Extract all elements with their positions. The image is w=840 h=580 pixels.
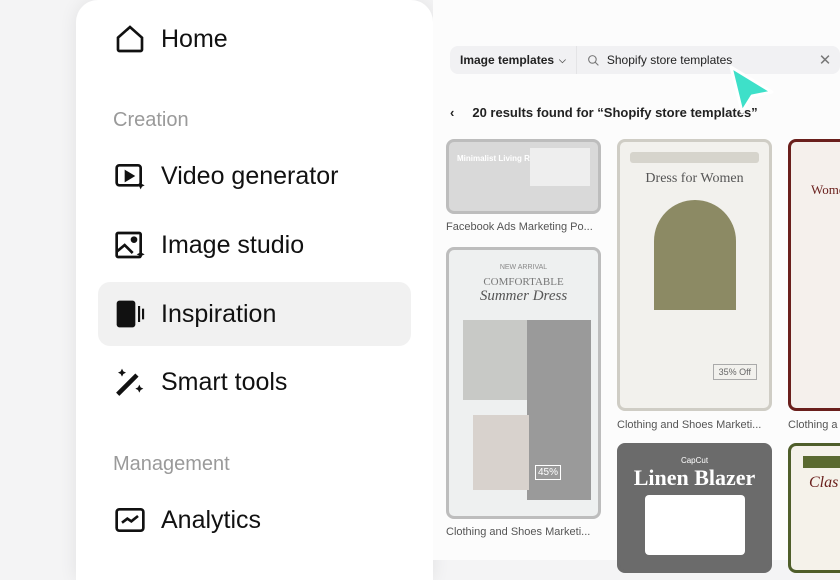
search-bar: Image templates ⌵ Shopify store templates… (450, 46, 840, 74)
template-card[interactable]: Dress for Women 35% Off (617, 139, 772, 411)
analytics-icon (115, 508, 145, 532)
section-creation: Creation (113, 109, 189, 131)
sidebar-item-label: Analytics (161, 505, 262, 534)
sidebar-item-label: Home (161, 24, 228, 53)
sidebar: Home Creation Video generator Image stud… (76, 0, 433, 580)
inspiration-panel: Image templates ⌵ Shopify store templates… (433, 0, 840, 573)
sidebar-item-smart-tools[interactable]: Smart tools (98, 350, 411, 414)
card-title: Linen Blazer (633, 465, 756, 490)
inspiration-icon (116, 300, 145, 328)
discount-badge: 45% (535, 465, 562, 480)
card-label: Clothing a (788, 419, 838, 431)
results-count: 20 results found for “Shopify store temp… (472, 105, 758, 120)
sidebar-item-home[interactable]: Home (98, 7, 411, 71)
sidebar-item-label: Smart tools (161, 367, 288, 396)
brand-logo: CapCut (680, 456, 709, 465)
discount-badge: 35% Off (712, 364, 757, 380)
back-chevron-icon[interactable]: ‹ (450, 105, 454, 120)
sidebar-item-label: Image studio (161, 230, 305, 259)
chevron-down-icon: ⌵ (559, 54, 566, 65)
section-management: Management (113, 453, 230, 475)
template-card[interactable]: Wome (788, 139, 840, 411)
video-generator-icon (115, 164, 145, 190)
card-script: Summer Dress (479, 288, 568, 304)
category-label: Image templates (460, 53, 555, 67)
template-card[interactable]: Clas (788, 443, 840, 573)
template-card[interactable]: NEW ARRIVAL COMFORTABLE Summer Dress 45% (446, 247, 601, 519)
card-title: Dress for Women (645, 171, 744, 186)
card-title: COMFORTABLE (483, 276, 564, 288)
card-subtitle: NEW ARRIVAL (499, 264, 548, 271)
search-query: Shopify store templates (606, 53, 733, 67)
cursor-pointer-icon (729, 65, 774, 114)
card-label: Clothing and Shoes Marketi... (446, 526, 591, 538)
image-studio-icon (115, 231, 145, 259)
card-label: Facebook Ads Marketing Po... (446, 221, 593, 233)
card-label: Clothing and Shoes Marketi... (617, 419, 762, 431)
clear-search-icon[interactable]: ✕ (810, 51, 840, 69)
home-icon (116, 25, 144, 53)
sidebar-item-label: Inspiration (161, 299, 277, 328)
sidebar-item-video-generator[interactable]: Video generator (98, 144, 411, 208)
category-dropdown[interactable]: Image templates ⌵ (450, 46, 577, 74)
magic-wand-icon (116, 368, 144, 396)
search-icon (587, 54, 599, 66)
template-card[interactable]: Minimalist Living Room (446, 139, 601, 214)
card-title: Clas (809, 474, 839, 491)
sidebar-item-image-studio[interactable]: Image studio (98, 213, 411, 277)
card-title: Wome (811, 182, 840, 197)
sidebar-item-inspiration[interactable]: Inspiration (98, 282, 411, 346)
sidebar-item-analytics[interactable]: Analytics (98, 488, 411, 552)
template-card[interactable]: CapCut Linen Blazer (617, 443, 772, 573)
sidebar-item-label: Video generator (161, 161, 339, 190)
